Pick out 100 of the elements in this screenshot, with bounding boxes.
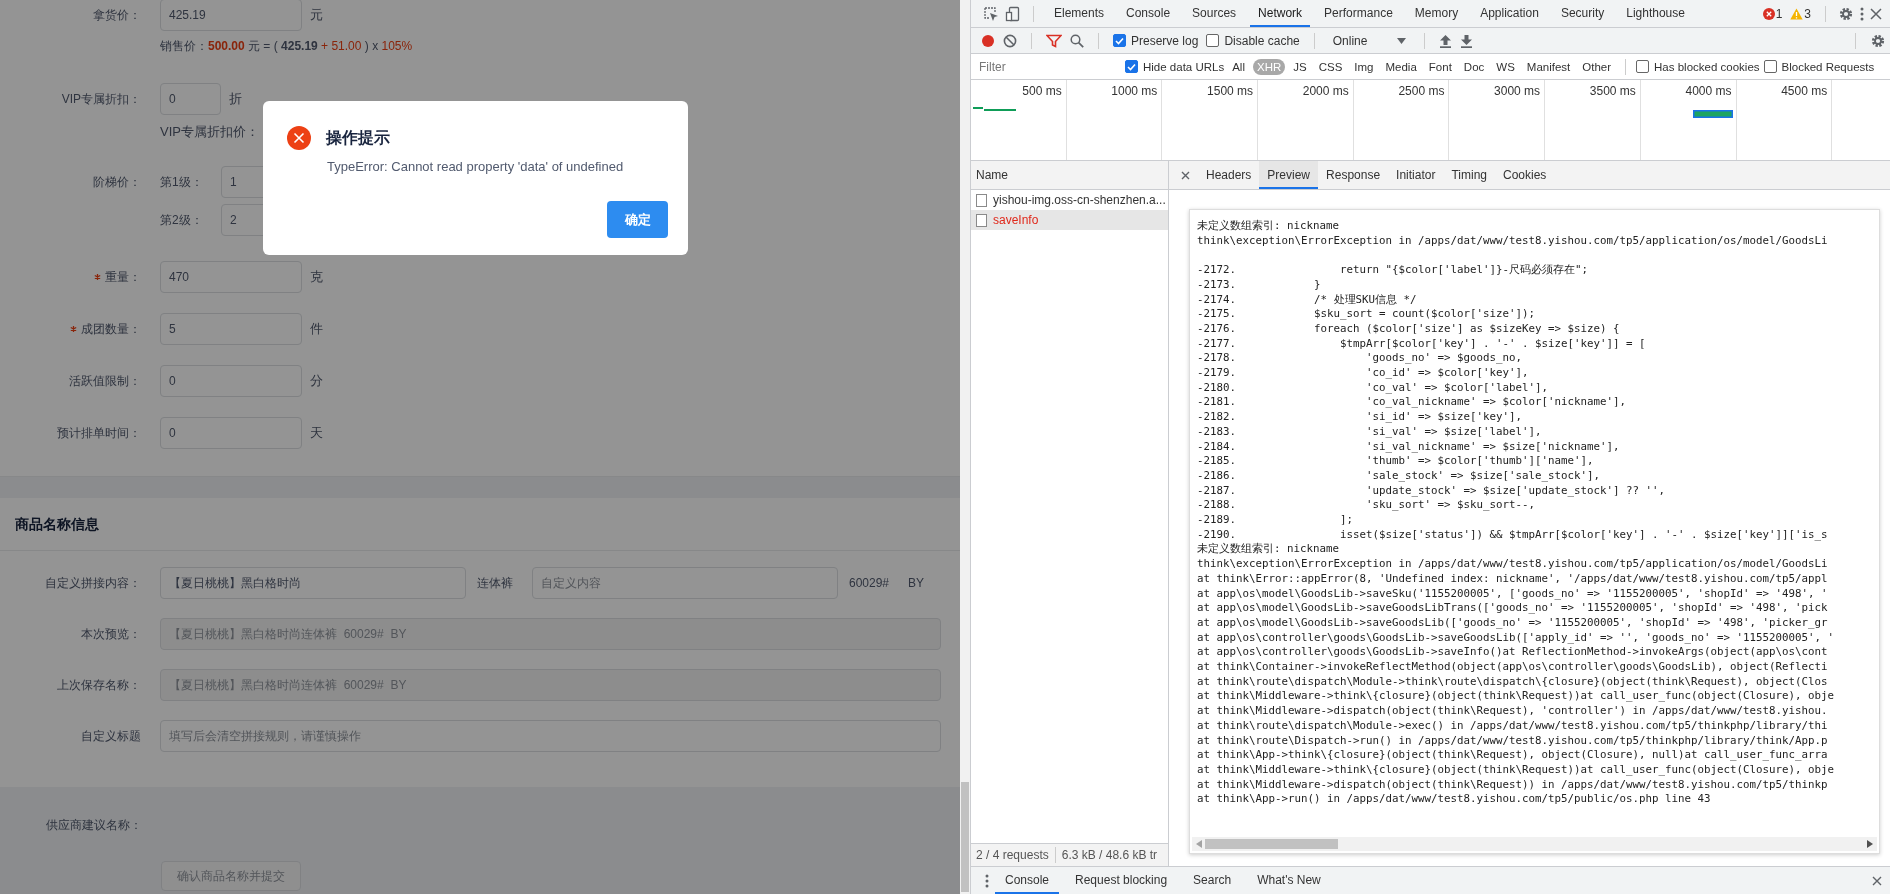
type-filter[interactable]: CSS <box>1314 58 1347 75</box>
code-line: at think\route\Dispatch->run() in /apps/dat/www/test8.yishou.com/tp5/thinkphp/library/think/App.p <box>1197 733 1828 749</box>
drawer-tab[interactable]: Search <box>1183 867 1242 894</box>
code-line: at think\Middleware->dispatch(object(think\Request)) in /apps/dat/www/test8.yishou.com/tp5/thinkp <box>1197 777 1828 793</box>
code-line: think\exception\ErrorException in /apps/dat/www/test8.yishou.com/tp5/application/os/model/GoodsLi <box>1197 233 1828 249</box>
field-label: 阶梯价： <box>93 173 141 191</box>
more-icon[interactable] <box>985 873 989 888</box>
detail-tab[interactable]: Preview <box>1259 161 1319 189</box>
detail-tab[interactable]: Timing <box>1443 161 1495 189</box>
throttling-dropdown[interactable]: Online <box>1328 33 1411 48</box>
checkbox-label[interactable]: Preserve log <box>1131 33 1199 48</box>
device-icon[interactable] <box>1005 5 1021 22</box>
checkbox-label[interactable]: Blocked Requests <box>1781 60 1875 73</box>
code-line: at think\Middleware->think\{closure}(object(think\Request))at call_user_func(object(Closure), obje <box>1197 763 1835 778</box>
drawer-tab[interactable]: What's New <box>1247 867 1331 894</box>
inspect-icon[interactable] <box>983 5 999 22</box>
checkbox-label[interactable]: Has blocked cookies <box>1654 60 1760 73</box>
checkbox[interactable] <box>1636 60 1650 73</box>
field-label: 拿货价： <box>93 6 141 24</box>
field-label: VIP专属折扣价： <box>160 123 259 141</box>
tier-label: 第1级： <box>160 173 204 191</box>
checkbox-label[interactable]: Disable cache <box>1224 33 1300 48</box>
tick-label: 3000 ms <box>1494 84 1541 98</box>
type-filter[interactable]: Other <box>1578 58 1616 75</box>
panel-tab[interactable]: Memory <box>1406 0 1467 27</box>
type-filter[interactable]: Font <box>1424 58 1456 75</box>
input-field[interactable]: 填写后会清空拼接规则，请谨慎操作 <box>160 720 941 752</box>
drawer-tab[interactable]: Request blocking <box>1065 867 1178 894</box>
checkbox[interactable] <box>1113 34 1126 47</box>
sale-price-formula: 销售价：500.00 元 = ( 425.19 + 51.00 ) x 105% <box>160 37 413 55</box>
input-field[interactable]: 425.19 <box>160 0 302 31</box>
checkbox[interactable] <box>1763 60 1777 73</box>
section-title: 商品名称信息 <box>0 498 960 551</box>
check-icon <box>1115 36 1124 45</box>
input-field[interactable]: 自定义内容 <box>532 567 838 599</box>
field-label: 上次保存名称： <box>57 676 141 694</box>
panel-tab[interactable]: Application <box>1472 0 1547 27</box>
dialog-title: 操作提示 <box>326 127 390 148</box>
close-icon[interactable] <box>1872 875 1882 886</box>
tick-label: 1000 ms <box>1111 84 1158 98</box>
upload-icon[interactable] <box>1439 33 1453 48</box>
checkbox-label[interactable]: Hide data URLs <box>1143 60 1225 73</box>
close-icon[interactable] <box>1181 170 1190 180</box>
input-field[interactable]: 0 <box>160 417 302 449</box>
tick-label: 1500 ms <box>1207 84 1254 98</box>
timeline-bar <box>1693 110 1733 118</box>
type-filter[interactable]: WS <box>1492 58 1519 75</box>
scroll-right-icon <box>1867 840 1873 848</box>
detail-tab[interactable]: Headers <box>1198 161 1260 189</box>
drawer-tab[interactable]: Console <box>995 867 1060 894</box>
detail-tab[interactable]: Initiator <box>1388 161 1444 189</box>
checkbox[interactable] <box>1206 34 1220 47</box>
code-line: at think\Container->invokeReflectMethod(object(app\os\controller\goods\GoodsLib), object(Reflecti <box>1197 660 1828 675</box>
request-row[interactable]: saveInfo <box>971 210 1168 230</box>
type-filter[interactable]: Media <box>1381 58 1421 75</box>
panel-tab[interactable]: Console <box>1118 0 1179 27</box>
input-field[interactable]: 【夏日桃桃】黑白格时尚 <box>160 567 466 599</box>
clear-icon[interactable] <box>1003 33 1017 48</box>
tick-label: 2000 ms <box>1302 84 1349 98</box>
field-label: 重量： <box>105 268 141 286</box>
panel-tab[interactable]: Sources <box>1184 0 1245 27</box>
panel-tab[interactable]: Security <box>1552 0 1613 27</box>
input-field[interactable]: 0 <box>160 365 302 397</box>
checkbox[interactable] <box>1125 60 1138 73</box>
download-icon[interactable] <box>1460 33 1474 48</box>
type-filter[interactable]: Img <box>1350 58 1378 75</box>
scrollbar[interactable] <box>960 0 970 894</box>
column-header: Name <box>971 161 1168 190</box>
settings-icon[interactable] <box>1870 32 1886 49</box>
search-icon[interactable] <box>1070 33 1084 48</box>
panel-tab[interactable]: Lighthouse <box>1618 0 1693 27</box>
input-field[interactable]: 5 <box>160 313 302 345</box>
detail-tab[interactable]: Cookies <box>1495 161 1555 189</box>
input-field[interactable]: 0 <box>160 83 221 115</box>
panel-tab[interactable]: Performance <box>1316 0 1401 27</box>
file-icon <box>976 193 987 207</box>
settings-icon[interactable] <box>1838 5 1854 22</box>
filter-icon[interactable] <box>1046 33 1062 48</box>
more-icon[interactable] <box>1860 6 1864 21</box>
status-text: 2 / 4 requests <box>976 848 1049 862</box>
code-line: at app\os\model\GoodsLib->saveGoodsLib(['goods_no' => '1155200005', 'shopId' => '498', 'picker_gr <box>1197 615 1828 631</box>
type-filter[interactable]: JS <box>1289 58 1311 75</box>
code-line: -2188. 'sku_sort' => $sku_sort--, <box>1197 498 1535 514</box>
code-line: at think\Error::appError(8, 'Undefined index: nickname', '/apps/dat/www/test8.yishou.com/tp5/appl <box>1197 571 1828 587</box>
error-count[interactable]: 1 <box>1775 6 1783 21</box>
field-label: 预计排单时间： <box>57 424 141 442</box>
type-filter[interactable]: All <box>1228 58 1249 75</box>
type-filter[interactable]: Manifest <box>1522 58 1575 75</box>
type-filter[interactable]: Doc <box>1459 58 1489 75</box>
request-row[interactable]: yishou-img.oss-cn-shenzhen.a... <box>971 190 1168 210</box>
field-label: 自定义标题 <box>81 727 141 745</box>
panel-tab[interactable]: Elements <box>1046 0 1113 27</box>
detail-tab[interactable]: Response <box>1318 161 1389 189</box>
code-line: 未定义数组索引: nickname <box>1197 542 1339 558</box>
input-field[interactable]: 470 <box>160 261 302 293</box>
record-icon[interactable] <box>981 33 995 48</box>
close-icon[interactable] <box>1870 7 1882 20</box>
tick-label: 2500 ms <box>1398 84 1445 98</box>
warning-count[interactable]: 3 <box>1804 6 1811 21</box>
scrollbar[interactable] <box>1192 837 1877 851</box>
